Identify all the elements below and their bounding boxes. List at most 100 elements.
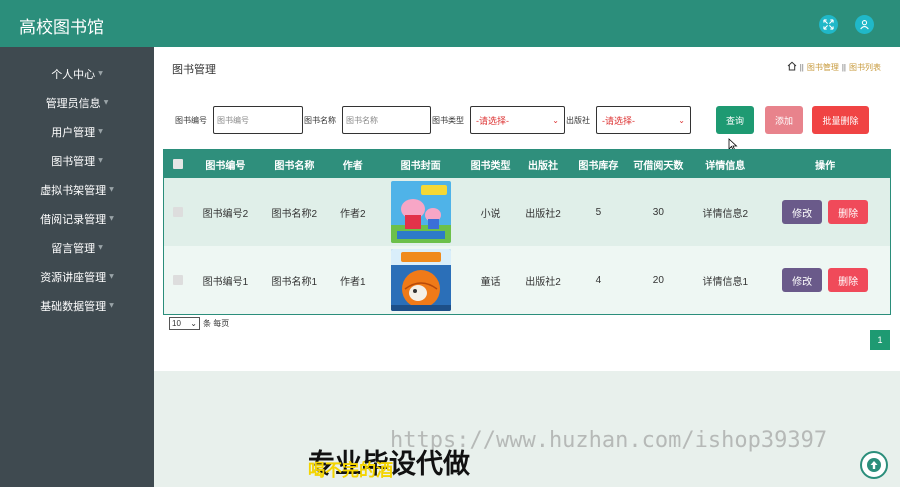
delete-button[interactable]: 删除 — [828, 200, 869, 224]
chevron-down-icon: ▼ — [103, 99, 109, 106]
sidebar-item-messages[interactable]: 留言管理 ▼ — [0, 233, 154, 262]
user-icon[interactable] — [855, 15, 874, 34]
per-page-label: 条 每页 — [203, 319, 230, 328]
sidebar-item-label: 个人中心 — [51, 67, 96, 81]
books-table: 图书编号 图书名称 作者 图书封面 图书类型 出版社 图书库存 可借阅天数 详情… — [163, 149, 891, 315]
column-header[interactable]: 图书类型 — [466, 157, 516, 172]
main-content: 图书管理 || 图书管理 || 图书列表 图书编号 图书编号 图书名称 图书名称… — [154, 47, 900, 371]
cell-publisher: 出版社2 — [525, 208, 561, 220]
edit-button[interactable]: 修改 — [782, 200, 823, 224]
page-number-button[interactable]: 1 — [870, 330, 890, 350]
column-header: 操作 — [815, 160, 836, 172]
batch-delete-button[interactable]: 批量删除 — [812, 106, 869, 134]
column-header[interactable]: 可借阅天数 — [626, 157, 690, 172]
caption-sub: 喝不完的酒 — [308, 461, 393, 481]
column-header[interactable]: 作者 — [330, 157, 376, 172]
column-header[interactable]: 出版社 — [516, 157, 571, 172]
cell-book-type: 小说 — [480, 208, 501, 220]
book-type-select[interactable]: -请选择- ⌄ — [470, 106, 565, 134]
chevron-down-icon: ▼ — [109, 302, 114, 309]
row-checkbox[interactable] — [172, 207, 183, 217]
cell-stock: 4 — [595, 274, 602, 286]
video-caption: 喝不完的酒 专业毕设代做 — [308, 442, 470, 481]
sidebar-item-users[interactable]: 用户管理 ▼ — [0, 117, 154, 146]
cell-detail: 详情信息1 — [702, 276, 749, 288]
column-header[interactable]: 详情信息 — [690, 157, 760, 172]
cell-stock: 5 — [595, 206, 602, 218]
table-row: 图书编号1 图书名称1 作者1 童话 出版社2 4 20 详情信息1 修改 删除 — [164, 246, 890, 314]
page-title: 图书管理 — [172, 64, 216, 76]
add-button[interactable]: 添加 — [765, 106, 803, 134]
chevron-down-icon: ⌄ — [190, 319, 197, 328]
publisher-select[interactable]: -请选择- ⌄ — [596, 106, 691, 134]
chevron-down-icon: ▼ — [109, 186, 114, 193]
table-header: 图书编号 图书名称 作者 图书封面 图书类型 出版社 图书库存 可借阅天数 详情… — [164, 150, 890, 178]
home-icon[interactable] — [787, 61, 797, 73]
breadcrumb-item: 图书列表 — [849, 62, 881, 72]
cell-book-type: 童话 — [480, 276, 501, 288]
sidebar-item-label: 管理员信息 — [45, 96, 101, 110]
publisher-value: -请选择- — [602, 115, 635, 126]
row-checkbox[interactable] — [172, 275, 183, 285]
sidebar-item-personal-center[interactable]: 个人中心 ▼ — [0, 59, 154, 88]
delete-button[interactable]: 删除 — [828, 268, 869, 292]
sidebar-item-base-data[interactable]: 基础数据管理 ▼ — [0, 291, 154, 320]
sidebar-item-lectures[interactable]: 资源讲座管理 ▼ — [0, 262, 154, 291]
breadcrumb: || 图书管理 || 图书列表 — [787, 61, 881, 73]
sidebar-item-books[interactable]: 图书管理 ▼ — [0, 146, 154, 175]
column-header: 图书封面 — [400, 160, 441, 172]
chevron-down-icon: ▼ — [98, 128, 103, 135]
select-all-checkbox[interactable] — [172, 159, 183, 169]
sidebar: 个人中心 ▼ 管理员信息 ▼ 用户管理 ▼ 图书管理 ▼ 虚拟书架管理 ▼ 借阅记录管理 ▼… — [0, 47, 154, 487]
cell-detail: 详情信息2 — [702, 208, 749, 220]
back-to-top-button[interactable] — [860, 451, 888, 479]
chevron-down-icon: ▼ — [98, 157, 103, 164]
cell-book-name: 图书名称2 — [271, 208, 318, 220]
sidebar-item-label: 用户管理 — [51, 125, 96, 139]
top-header: 高校图书馆 — [0, 0, 900, 47]
column-header[interactable]: 图书名称 — [259, 157, 330, 172]
publisher-label: 出版社 — [566, 116, 590, 125]
arrow-up-icon — [867, 458, 881, 472]
book-cover-image — [390, 249, 451, 311]
column-header[interactable]: 图书编号 — [192, 157, 259, 172]
book-name-label: 图书名称 — [304, 116, 336, 125]
breadcrumb-separator: || — [799, 62, 804, 72]
cell-book-name: 图书名称1 — [271, 276, 318, 288]
sidebar-item-label: 基础数据管理 — [40, 299, 107, 313]
table-row: 图书编号2 图书名称2 作者2 小说 出版社2 5 30 详情信息2 修改 删除 — [164, 178, 890, 246]
sidebar-item-label: 虚拟书架管理 — [40, 183, 107, 197]
page-size-value: 10 — [172, 319, 181, 328]
sidebar-item-label: 借阅记录管理 — [40, 212, 107, 226]
cell-author: 作者1 — [339, 276, 366, 288]
book-no-label: 图书编号 — [175, 116, 207, 125]
cell-borrow-days: 20 — [652, 274, 664, 286]
chevron-down-icon: ▼ — [98, 244, 103, 251]
book-type-label: 图书类型 — [432, 116, 464, 125]
cell-author: 作者2 — [339, 208, 366, 220]
chevron-down-icon: ▼ — [109, 273, 114, 280]
fullscreen-icon[interactable] — [819, 15, 838, 34]
sidebar-item-label: 图书管理 — [51, 154, 96, 168]
app-title: 高校图书馆 — [19, 18, 104, 38]
book-name-input[interactable]: 图书名称 — [342, 106, 431, 134]
chevron-down-icon: ⌄ — [552, 115, 559, 125]
query-button[interactable]: 查询 — [716, 106, 754, 134]
page-size-control: 10 ⌄ 条 每页 — [169, 317, 229, 330]
cell-borrow-days: 30 — [652, 206, 664, 218]
chevron-down-icon: ⌄ — [678, 115, 685, 125]
book-no-input[interactable]: 图书编号 — [213, 106, 303, 134]
column-header[interactable]: 图书库存 — [570, 157, 626, 172]
sidebar-item-admin-info[interactable]: 管理员信息 ▼ — [0, 88, 154, 117]
sidebar-item-borrow-records[interactable]: 借阅记录管理 ▼ — [0, 204, 154, 233]
breadcrumb-item[interactable]: 图书管理 — [807, 62, 839, 73]
book-cover-image — [390, 181, 451, 243]
cell-book-no: 图书编号1 — [202, 276, 249, 288]
sidebar-item-label: 留言管理 — [51, 241, 96, 255]
page-size-select[interactable]: 10 ⌄ — [169, 317, 200, 330]
sidebar-item-virtual-shelf[interactable]: 虚拟书架管理 ▼ — [0, 175, 154, 204]
book-type-value: -请选择- — [476, 115, 509, 126]
edit-button[interactable]: 修改 — [782, 268, 823, 292]
cell-publisher: 出版社2 — [525, 276, 561, 288]
cell-book-no: 图书编号2 — [202, 208, 249, 220]
